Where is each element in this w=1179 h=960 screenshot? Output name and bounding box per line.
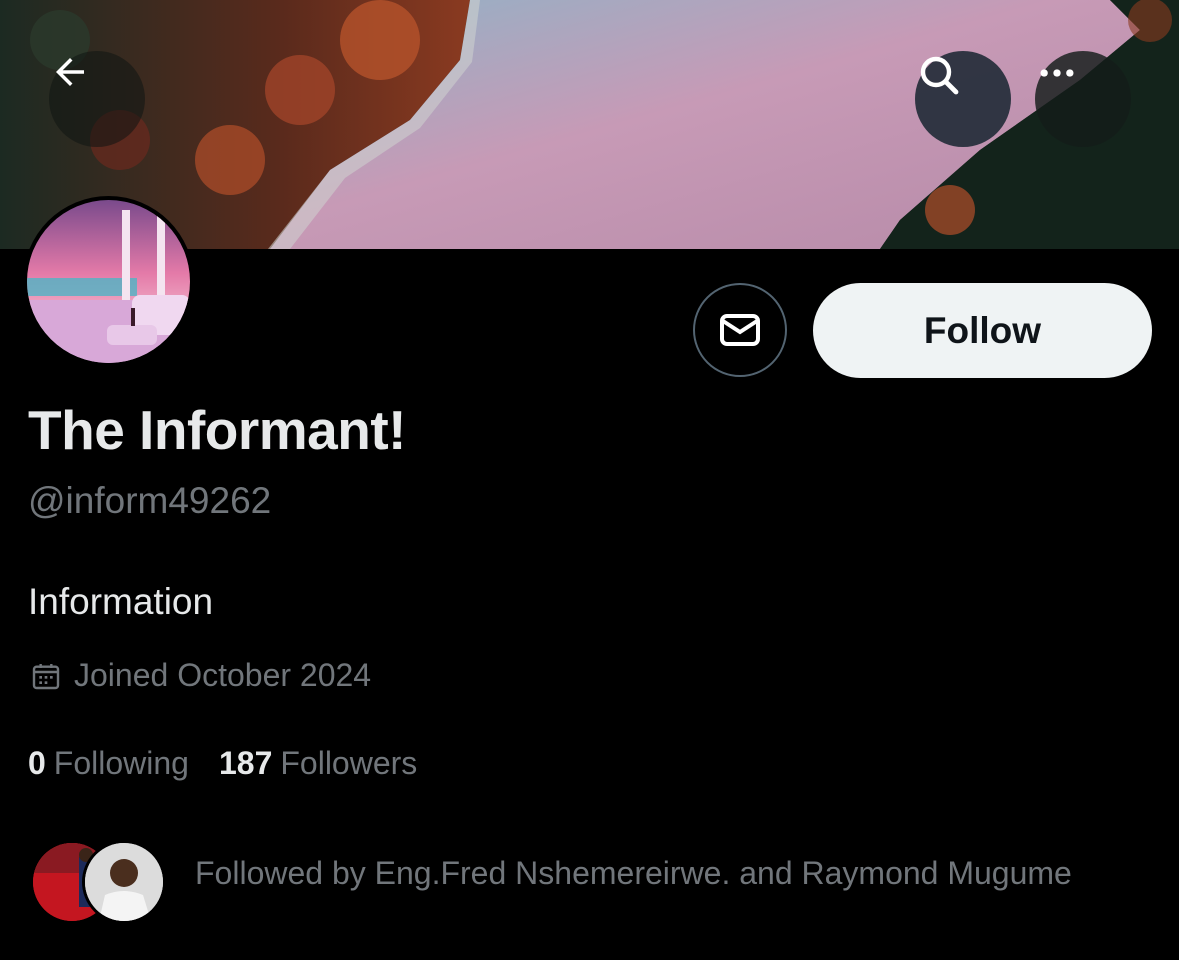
joined-date: Joined October 2024 — [30, 657, 371, 694]
follow-button-label: Follow — [923, 309, 1042, 351]
follow-button[interactable]: Follow — [813, 283, 1152, 378]
follower-avatar — [82, 840, 166, 924]
followers-link[interactable]: 187 Followers — [219, 745, 417, 782]
user-handle: @inform49262 — [28, 480, 272, 521]
search-icon — [920, 56, 959, 95]
followed-by-text: Followed by Eng.Fred Nshemereirwe. and R… — [195, 855, 1072, 891]
following-label: Following — [53, 745, 189, 781]
follow-stats: 0 Following 187 Followers — [28, 745, 417, 782]
calendar-icon — [30, 660, 62, 692]
following-link[interactable]: 0 Following — [28, 745, 189, 782]
message-button[interactable] — [693, 283, 787, 377]
envelope-icon — [720, 314, 760, 346]
followers-count: 187 — [218, 745, 273, 781]
display-name: The Informant! — [28, 399, 406, 461]
profile-bio: Information — [28, 581, 214, 622]
avatar-image — [27, 200, 190, 363]
search-button[interactable] — [915, 51, 1011, 147]
followed-by-row[interactable]: Followed by Eng.Fred Nshemereirwe. and R… — [30, 840, 1160, 925]
following-count: 0 — [28, 745, 46, 781]
more-horizontal-icon — [1040, 69, 1074, 77]
back-button[interactable] — [49, 51, 145, 147]
followers-label: Followers — [280, 745, 418, 781]
joined-text: Joined October 2024 — [74, 657, 372, 693]
arrow-left-icon — [56, 58, 84, 86]
more-options-button[interactable] — [1035, 51, 1131, 147]
profile-avatar[interactable] — [23, 196, 194, 367]
